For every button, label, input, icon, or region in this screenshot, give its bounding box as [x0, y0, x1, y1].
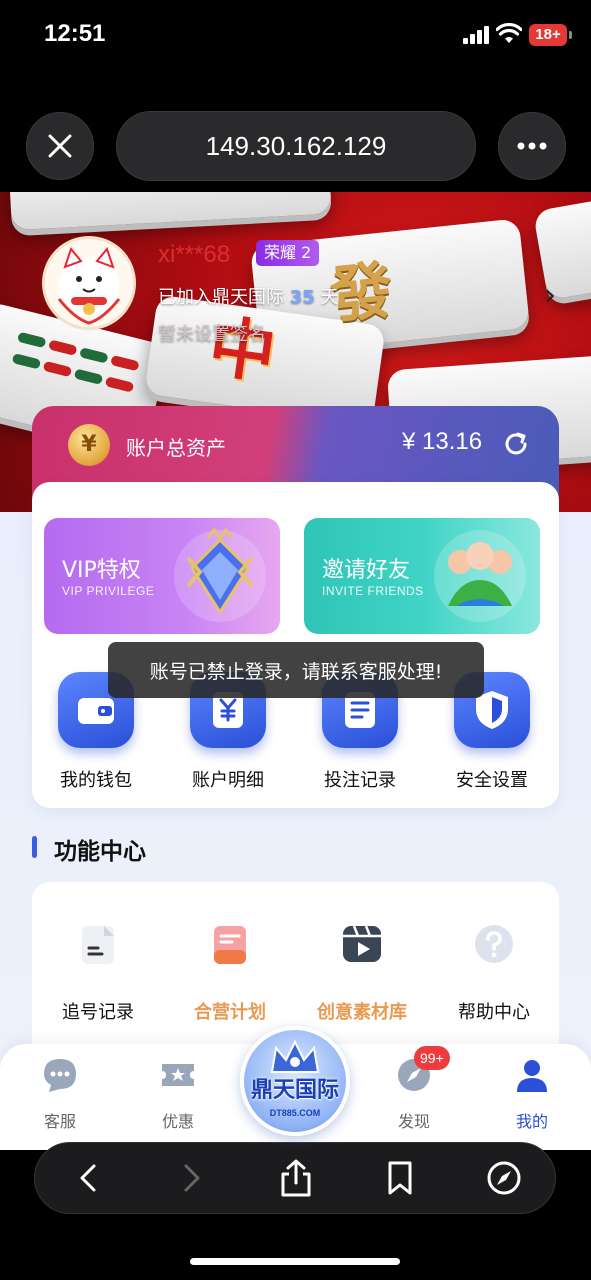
more-button[interactable]: [498, 112, 566, 180]
document-icon: [82, 926, 114, 964]
chevron-right-icon[interactable]: ›: [544, 278, 556, 313]
invite-subtitle: INVITE FRIENDS: [322, 584, 424, 598]
vip-title: VIP特权: [62, 558, 141, 583]
home-indicator[interactable]: [190, 1258, 400, 1265]
coupon-icon: [162, 1064, 194, 1086]
function-center-title: 功能中心: [54, 839, 146, 865]
compass-icon: [487, 1161, 521, 1195]
joined-suffix: 天: [320, 287, 339, 308]
invite-friends-banner[interactable]: 邀请好友 INVITE FRIENDS: [304, 518, 540, 634]
chase-records-label: 追号记录: [62, 1002, 134, 1023]
url-field[interactable]: 149.30.162.129: [116, 111, 476, 181]
tab-discover-label: 发现: [397, 1112, 430, 1131]
signature: 暂未设置签名: [158, 324, 266, 345]
my-wallet-label: 我的钱包: [60, 770, 132, 791]
close-button[interactable]: [26, 112, 94, 180]
back-button[interactable]: [63, 1153, 113, 1203]
tab-customer-service[interactable]: 客服: [20, 1056, 100, 1132]
avatar[interactable]: [42, 236, 136, 330]
forward-button[interactable]: [167, 1153, 217, 1203]
more-dots-icon: [517, 142, 547, 150]
joined-prefix: 已加入鼎天国际: [158, 287, 284, 308]
video-library-icon: [343, 925, 381, 962]
invite-title: 邀请好友: [322, 558, 411, 583]
partner-plan-label: 合营计划: [194, 1002, 266, 1023]
crown-logo-icon: [270, 1039, 320, 1073]
tab-mine-label: 我的: [515, 1112, 548, 1131]
toolbar-pill: [34, 1142, 556, 1214]
joined-info: 已加入鼎天国际 35 天: [158, 283, 339, 309]
notification-badge: 99+: [414, 1046, 450, 1070]
chevron-right-icon: [184, 1164, 200, 1192]
user-icon: [517, 1060, 547, 1092]
brand-logo-domain: DT885.COM: [269, 1108, 321, 1118]
rank-badge: 荣耀 2: [256, 240, 320, 266]
battery-indicator: 18+: [529, 24, 572, 46]
close-icon: [48, 134, 72, 158]
tab-promotions-label: 优惠: [161, 1112, 194, 1131]
help-icon: [475, 925, 513, 963]
wifi-icon: [496, 23, 522, 43]
tab-customer-service-label: 客服: [43, 1112, 76, 1131]
chat-icon: [44, 1059, 76, 1092]
chevron-left-icon: [80, 1164, 96, 1192]
mahjong-tile: [532, 197, 591, 301]
brand-logo-title: 鼎天国际: [250, 1078, 339, 1103]
tab-promotions[interactable]: 优惠: [138, 1056, 218, 1132]
chase-records-button[interactable]: 追号记录: [32, 922, 164, 1024]
security-settings-label: 安全设置: [456, 770, 528, 791]
bookmarks-button[interactable]: [375, 1153, 425, 1203]
section-accent-bar: [32, 836, 37, 858]
status-bar: 12:51 18+: [0, 0, 591, 70]
bookmark-icon: [388, 1161, 412, 1195]
betting-records-label: 投注记录: [324, 770, 396, 791]
safari-compass-button[interactable]: [479, 1153, 529, 1203]
partner-plan-button[interactable]: 合营计划: [164, 922, 296, 1024]
help-center-button[interactable]: 帮助中心: [428, 922, 560, 1024]
friends-group-icon: [434, 530, 526, 622]
status-time: 12:51: [44, 20, 106, 47]
creative-library-button[interactable]: 创意素材库: [296, 922, 428, 1024]
cellular-signal-icon: [463, 26, 489, 44]
vip-subtitle: VIP PRIVILEGE: [62, 584, 155, 598]
browser-toolbar: [0, 1142, 591, 1280]
coin-icon: ¥: [68, 424, 110, 466]
share-icon: [281, 1159, 311, 1197]
toast-message: 账号已禁止登录，请联系客服处理!: [108, 642, 484, 698]
total-assets-value: ¥ 13.16: [402, 428, 483, 455]
tab-mine[interactable]: 我的: [492, 1056, 572, 1132]
help-center-label: 帮助中心: [458, 1002, 530, 1023]
total-assets-label: 账户总资产: [126, 436, 226, 460]
joined-days: 35: [289, 287, 315, 308]
vip-crown-gem-icon: [174, 527, 266, 622]
share-button[interactable]: [271, 1153, 321, 1203]
refresh-icon[interactable]: [502, 430, 530, 458]
creative-library-label: 创意素材库: [317, 1002, 407, 1023]
plan-icon: [214, 926, 246, 964]
username: xi***68: [158, 241, 231, 268]
brand-logo-button[interactable]: 鼎天国际 DT885.COM: [240, 1026, 350, 1136]
lucky-cat-icon: [57, 246, 121, 325]
mahjong-tile: [8, 192, 332, 231]
browser-address-bar: 149.30.162.129: [0, 70, 591, 192]
account-details-label: 账户明细: [192, 770, 264, 791]
vip-privilege-banner[interactable]: VIP特权 VIP PRIVILEGE: [44, 518, 280, 634]
